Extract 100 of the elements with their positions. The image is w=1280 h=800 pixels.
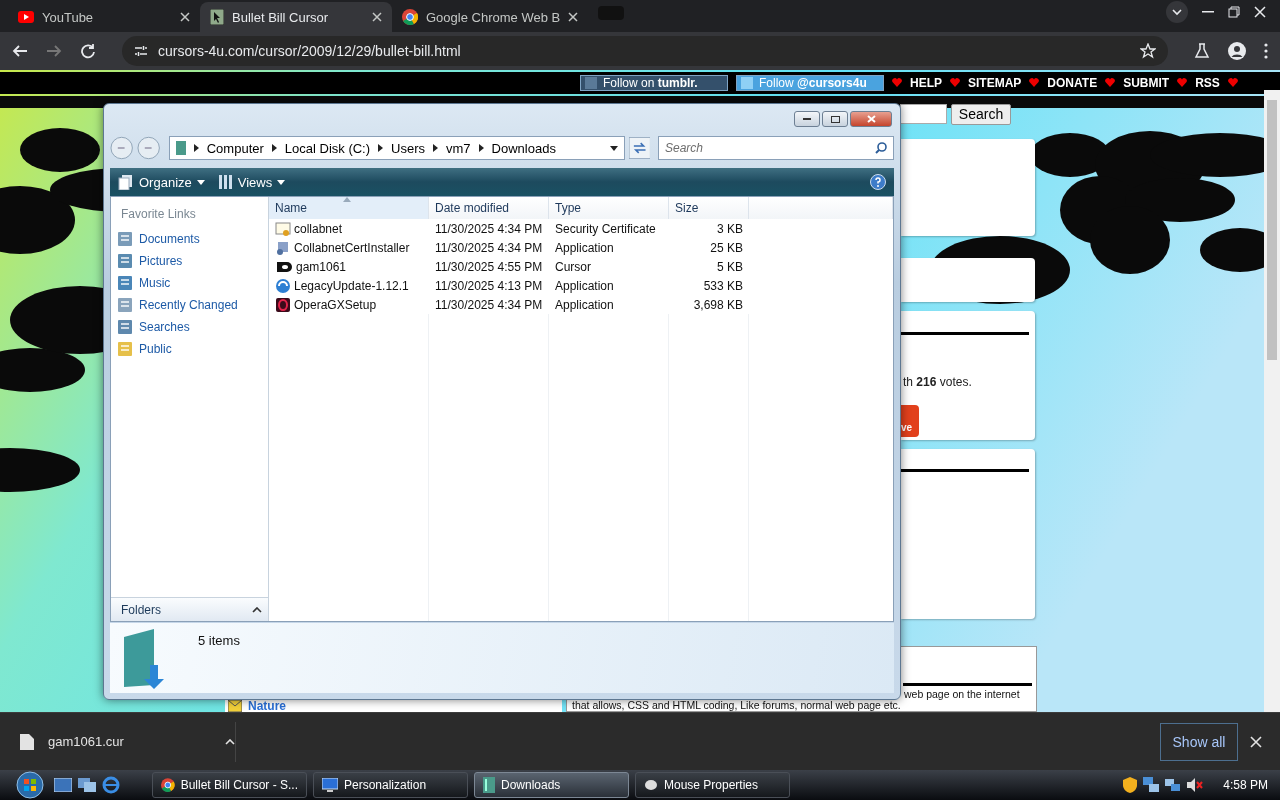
toolbar-button[interactable]: Views	[218, 174, 286, 190]
file-name[interactable]: collabnet	[269, 219, 429, 238]
caret-icon	[609, 145, 618, 151]
column-header[interactable]: Size	[669, 197, 749, 219]
column-header[interactable]: Type	[549, 197, 669, 219]
favorite-link[interactable]: Public	[117, 340, 262, 357]
arrow-icon	[378, 144, 384, 152]
browser-tab[interactable]: YouTube	[8, 2, 200, 32]
taskbar-button[interactable]: Bullet Bill Cursor - S...	[152, 772, 307, 798]
breadcrumb-item[interactable]: Local Disk (C:)	[284, 140, 371, 156]
breadcrumb-item[interactable]: Downloads	[491, 140, 556, 156]
back-icon	[12, 43, 28, 59]
nav-link[interactable]: SUBMIT	[1123, 75, 1170, 90]
favorite-link[interactable]: Searches	[117, 318, 262, 335]
browser-tab[interactable]: Bullet Bill Cursor	[200, 2, 392, 32]
restore-icon	[1228, 6, 1240, 18]
heart-icon	[892, 78, 902, 88]
scrollbar[interactable]	[1264, 90, 1280, 712]
chrome-icon	[161, 777, 175, 793]
nav-link[interactable]: SITEMAP	[968, 75, 1022, 90]
table-cell-text: 533 KB	[702, 277, 744, 295]
minimize-icon	[1202, 11, 1214, 13]
nav-link[interactable]: RSS	[1195, 75, 1220, 90]
file-name[interactable]: LegacyUpdate-1.12.1	[269, 276, 429, 295]
vote-button[interactable]: ve	[901, 405, 919, 438]
close-button[interactable]	[850, 111, 892, 127]
taskbar-button[interactable]: Personalization	[313, 772, 468, 798]
table-cell-text: 5 KB	[716, 258, 744, 276]
heart-icon	[1177, 78, 1188, 88]
download-file-name[interactable]: gam1061.cur	[48, 734, 211, 749]
favorite-link[interactable]: Music	[117, 274, 262, 291]
views-icon	[218, 175, 233, 189]
show-all-button[interactable]: Show all	[1160, 722, 1238, 761]
maximize-icon	[830, 115, 840, 123]
column-header[interactable]: Name	[269, 197, 429, 219]
section-heading: Favorite Links	[120, 207, 197, 221]
search-field[interactable]: Search	[658, 136, 894, 160]
favorite-link[interactable]: Pictures	[117, 252, 262, 269]
windows-icon	[78, 778, 96, 792]
nav-link[interactable]: DONATE	[1047, 75, 1098, 90]
folders-toggle[interactable]: Folders	[111, 597, 268, 621]
shield-icon	[1123, 777, 1138, 793]
table-cell-text: 11/30/2025 4:13 PM	[434, 277, 544, 295]
follow-button[interactable]: Follow on tumblr.	[580, 74, 728, 91]
computers-icon	[1165, 777, 1182, 793]
pages-icon	[118, 174, 134, 190]
chevron-icon	[225, 738, 235, 745]
arrow-icon	[193, 144, 199, 152]
minimize-icon	[803, 117, 811, 121]
favorite-link[interactable]: Recently Changed	[117, 296, 262, 313]
search-icon	[875, 142, 887, 154]
reload-icon	[80, 43, 96, 59]
table-cell-text: Security Certificate	[554, 220, 657, 238]
heart-icon	[1227, 78, 1238, 88]
table-cell-text: Application	[554, 296, 615, 314]
close-icon[interactable]	[180, 12, 190, 22]
search-button[interactable]: Search	[951, 103, 1011, 125]
minimize-button[interactable]	[794, 111, 820, 127]
breadcrumb-item[interactable]: Computer	[206, 140, 264, 156]
close-icon	[1254, 6, 1266, 18]
favorite-link[interactable]: Documents	[117, 230, 262, 247]
file-name[interactable]: gam1061	[269, 257, 429, 276]
nav-link[interactable]: HELP	[910, 75, 942, 90]
browser-tab[interactable]: Google Chrome Web B	[392, 2, 589, 32]
taskbar-button[interactable]: Downloads	[474, 772, 629, 798]
chevron-icon	[252, 606, 262, 613]
description-text: that allows, CSS and HTML coding, Like forums, normal web page etc.	[572, 700, 901, 711]
flask-icon	[1194, 43, 1210, 59]
cursor-icon	[210, 9, 224, 25]
table-cell-text: 11/30/2025 4:34 PM	[434, 239, 544, 257]
chrome-icon	[402, 9, 418, 25]
site-settings-icon	[134, 44, 148, 58]
folder-icon	[117, 340, 133, 357]
back-icon	[110, 136, 134, 160]
taskbar-button[interactable]: Mouse Properties	[635, 772, 790, 798]
desktop-icon	[54, 778, 72, 792]
youtube-icon	[18, 11, 34, 23]
maximize-button[interactable]	[822, 111, 848, 127]
address-bar[interactable]: cursors-4u.com/cursor/2009/12/29/bullet-bill.html	[122, 36, 1168, 66]
forward-icon	[137, 136, 161, 160]
bullet-icon	[275, 260, 293, 273]
file-name[interactable]: CollabnetCertInstaller	[269, 238, 429, 257]
clock: 4:58 PM	[1223, 778, 1268, 792]
heart-icon	[1105, 78, 1116, 88]
address-bar[interactable]: Computer Local Disk (C:) Users vm7 Downloads	[168, 136, 625, 160]
file-name[interactable]: OperaGXSetup	[269, 295, 429, 314]
globe-icon	[102, 776, 120, 794]
forward-icon	[46, 43, 62, 59]
close-icon	[1250, 735, 1262, 748]
close-icon[interactable]	[372, 12, 382, 22]
bird-icon	[741, 76, 753, 89]
network-icon	[1143, 777, 1160, 793]
tab-search-icon	[1166, 1, 1188, 23]
column-header[interactable]: Date modified	[429, 197, 549, 219]
arrow-icon	[478, 144, 484, 152]
table-cell-text: Cursor	[554, 258, 592, 276]
breadcrumb-item[interactable]: Users	[391, 140, 425, 156]
toolbar-button[interactable]: Organize	[118, 174, 205, 190]
close-icon[interactable]	[568, 12, 579, 22]
breadcrumb-item[interactable]: vm7	[446, 140, 471, 156]
